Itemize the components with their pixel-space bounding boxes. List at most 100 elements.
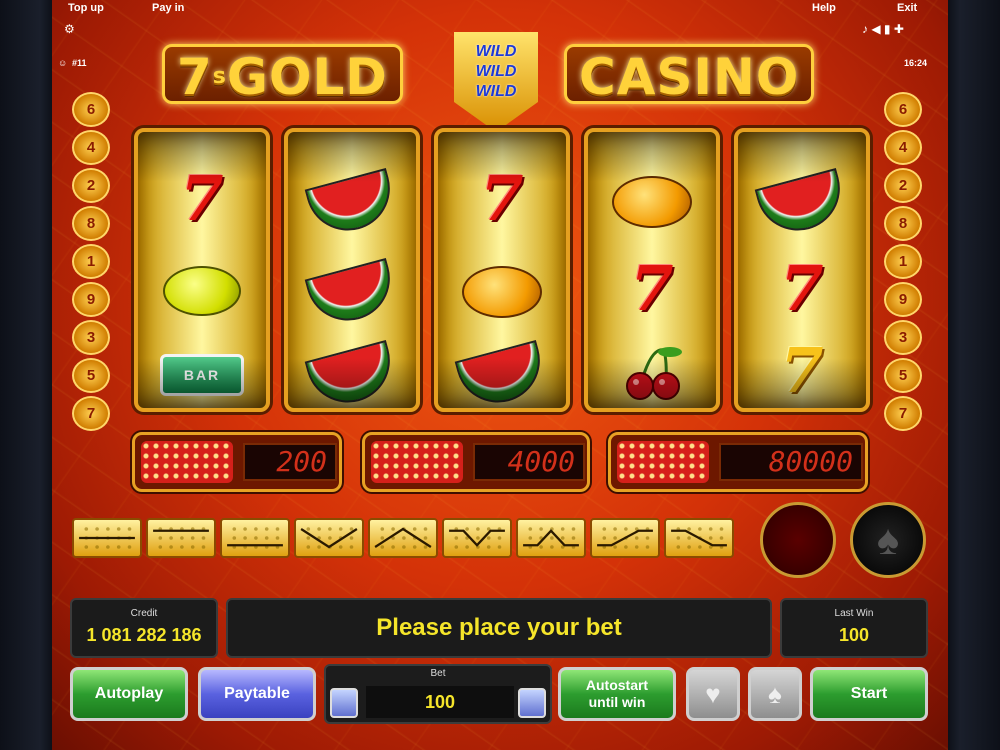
paytable-box-1: 200 (132, 432, 342, 492)
reel-2 (284, 128, 420, 412)
payout-value-2: 4000 (473, 443, 585, 481)
bar-symbol: BAR (160, 354, 244, 396)
credit-value: 1 081 282 186 (86, 625, 202, 645)
seven-symbol: 7 (630, 252, 674, 325)
watermelon-symbol (304, 340, 400, 408)
line-selector-left: 642819357 (72, 92, 112, 431)
payline-pattern-button[interactable] (442, 518, 512, 558)
last-win-panel: Last Win 100 (780, 598, 928, 658)
payout-value-3: 80000 (719, 443, 863, 481)
line-button[interactable]: 2 (884, 168, 922, 203)
line-button[interactable]: 2 (72, 168, 110, 203)
exit-link[interactable]: Exit (897, 2, 917, 14)
line-button[interactable]: 5 (884, 358, 922, 393)
line-button[interactable]: 9 (884, 282, 922, 317)
line-button[interactable]: 6 (884, 92, 922, 127)
line-button[interactable]: 7 (884, 396, 922, 431)
payline-pattern-button[interactable] (72, 518, 142, 558)
watermelon-symbol (304, 258, 400, 330)
autostart-label-1: Autostart (585, 677, 649, 693)
paytable-box-2: 4000 (362, 432, 590, 492)
pay-in-link[interactable]: Pay in (152, 2, 184, 14)
message-panel: Please place your bet (226, 598, 772, 658)
last-win-label: Last Win (834, 608, 874, 619)
sevens-icon-1 (141, 441, 233, 483)
player-icon: ☺ (58, 58, 68, 68)
bet-value: 100 (366, 686, 514, 718)
line-button[interactable]: 5 (72, 358, 110, 393)
autostart-label-2: until win (588, 694, 646, 710)
autostart-button[interactable]: Autostart until win (558, 667, 676, 721)
wild-badge: WILD WILD WILD (454, 32, 538, 132)
bet-increase-button[interactable] (518, 688, 546, 718)
line-button[interactable]: 8 (72, 206, 110, 241)
sevens-icon-3 (617, 441, 709, 483)
paytable-box-3: 80000 (608, 432, 868, 492)
top-up-link[interactable]: Top up (68, 2, 104, 14)
orange-symbol (462, 266, 542, 318)
volume-icon[interactable]: ♪ ◀ ▮ ✚ (862, 22, 904, 36)
reel-4: 7 (584, 128, 720, 412)
heart-icon: ♥ (705, 678, 721, 709)
watermelon-symbol (454, 340, 550, 408)
logo-casino: CASINO (564, 44, 815, 106)
status-message: Please place your bet (376, 614, 622, 641)
payline-pattern-button[interactable] (220, 518, 290, 558)
reel-5: 77 (734, 128, 870, 412)
credit-label: Credit (130, 608, 158, 619)
payline-pattern-button[interactable] (664, 518, 734, 558)
reel-3: 7 (434, 128, 570, 412)
spade-icon: ♠ (876, 516, 900, 563)
line-button[interactable]: 7 (72, 396, 110, 431)
lemon-symbol (163, 266, 241, 316)
logo-s: s (212, 64, 227, 89)
seven-symbol: 7 (780, 252, 824, 325)
gamble-black-small-button[interactable]: ♠ (748, 667, 802, 721)
line-button[interactable]: 9 (72, 282, 110, 317)
gamble-black-button[interactable]: ♠ (850, 502, 926, 578)
line-button[interactable]: 1 (72, 244, 110, 279)
credit-panel: Credit 1 081 282 186 (70, 598, 218, 658)
payline-pattern-button[interactable] (294, 518, 364, 558)
seven-symbol: 7 (480, 162, 524, 235)
logo-7s-gold: 7sGOLD (162, 44, 403, 106)
last-win-value: 100 (838, 625, 870, 645)
line-button[interactable]: 4 (72, 130, 110, 165)
line-button[interactable]: 1 (884, 244, 922, 279)
wild-text-3: WILD (475, 83, 517, 100)
bet-label: Bet (430, 668, 446, 679)
watermelon-symbol (304, 168, 400, 240)
seven-symbol: 7 (180, 162, 224, 235)
help-link[interactable]: Help (812, 2, 836, 14)
payline-pattern-button[interactable] (146, 518, 216, 558)
line-button[interactable]: 6 (72, 92, 110, 127)
gamble-red-small-button[interactable]: ♥ (686, 667, 740, 721)
line-button[interactable]: 8 (884, 206, 922, 241)
line-button[interactable]: 3 (884, 320, 922, 355)
logo-gold: GOLD (226, 48, 388, 106)
line-button[interactable]: 3 (72, 320, 110, 355)
start-button[interactable]: Start (810, 667, 928, 721)
gamble-red-button[interactable] (760, 502, 836, 578)
line-button[interactable]: 4 (884, 130, 922, 165)
bet-decrease-button[interactable] (330, 688, 358, 718)
bet-control: Bet 100 (324, 664, 552, 724)
paytable-button[interactable]: Paytable (198, 667, 316, 721)
settings-icon[interactable]: ⚙ (64, 22, 75, 36)
orange-symbol (612, 176, 692, 228)
payout-value-1: 200 (243, 443, 337, 481)
line-selector-right: 642819357 (884, 92, 924, 431)
seven-symbol: 7 (780, 334, 824, 407)
player-count: #11 (72, 58, 87, 68)
payline-pattern-button[interactable] (590, 518, 660, 558)
game-window: Top up Pay in Help Exit ⚙ ♪ ◀ ▮ ✚ ☺ #11 … (0, 0, 1000, 750)
wild-text-2: WILD (475, 63, 517, 80)
payline-pattern-button[interactable] (516, 518, 586, 558)
wild-text-1: WILD (475, 43, 517, 60)
watermelon-symbol (754, 168, 850, 240)
cherry-symbol (612, 342, 692, 402)
logo-seven: 7 (177, 48, 213, 106)
spade-small-icon: ♠ (768, 678, 782, 709)
autoplay-button[interactable]: Autoplay (70, 667, 188, 721)
payline-pattern-button[interactable] (368, 518, 438, 558)
